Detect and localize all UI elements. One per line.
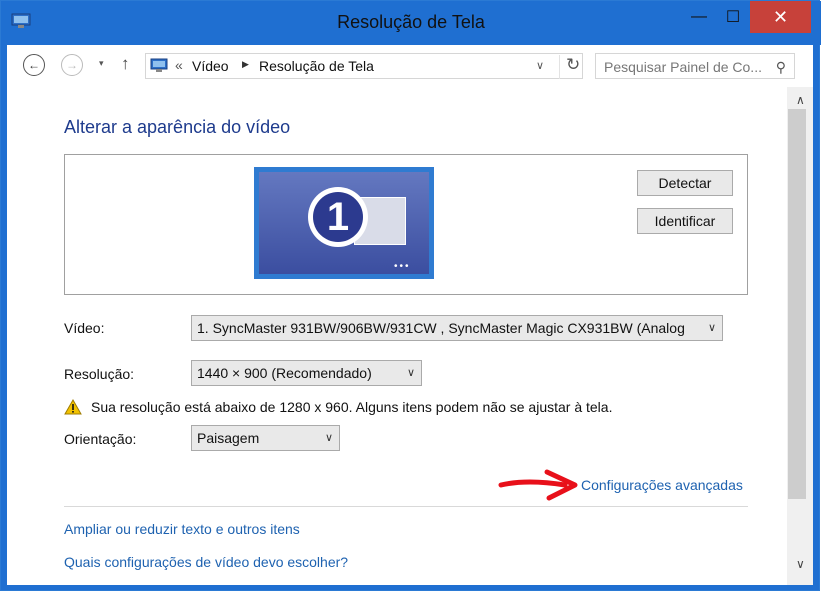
breadcrumb-video[interactable]: Vídeo <box>192 58 229 74</box>
resolution-label: Resolução: <box>64 366 135 382</box>
navigation-toolbar: ← → ▾ ↑ « Vídeo ▶ Resolução de Tela ∨ ↻ … <box>7 45 813 87</box>
monitor-preview: 1 ••• Detectar Identificar <box>64 154 748 295</box>
address-dropdown-icon[interactable]: ∨ <box>536 59 544 72</box>
recent-locations-button[interactable]: ▾ <box>99 58 104 69</box>
divider <box>64 506 748 507</box>
resolution-warning: Sua resolução está abaixo de 1280 x 960.… <box>91 399 613 415</box>
breadcrumb-overflow[interactable]: « <box>175 57 183 73</box>
address-bar[interactable]: « Vídeo ▶ Resolução de Tela ∨ ↻ <box>145 53 583 79</box>
search-input[interactable]: Pesquisar Painel de Co... ⚲ <box>595 53 795 79</box>
red-arrow-annotation <box>498 469 578 501</box>
monitor-number: 1 <box>313 192 363 242</box>
forward-button[interactable]: → <box>61 54 83 76</box>
scrollbar-thumb[interactable] <box>788 109 806 499</box>
back-button[interactable]: ← <box>23 54 45 76</box>
refresh-button[interactable]: ↻ <box>559 55 580 79</box>
vertical-scrollbar[interactable]: ∧ ∨ <box>787 87 813 585</box>
orientation-label: Orientação: <box>64 431 137 447</box>
monitor-1[interactable]: 1 ••• <box>254 167 434 279</box>
close-button[interactable]: ✕ <box>750 1 811 33</box>
video-select[interactable]: 1. SyncMaster 931BW/906BW/931CW , SyncMa… <box>191 315 723 341</box>
video-select-value: 1. SyncMaster 931BW/906BW/931CW , SyncMa… <box>197 320 685 336</box>
orientation-select-value: Paisagem <box>197 430 260 446</box>
title-bar[interactable]: Resolução de Tela — ☐ ✕ <box>1 1 821 45</box>
breadcrumb-resolution[interactable]: Resolução de Tela <box>259 58 374 74</box>
minimize-button[interactable]: — <box>683 1 715 33</box>
search-placeholder: Pesquisar Painel de Co... <box>604 59 762 75</box>
text-size-link[interactable]: Ampliar ou reduzir texto e outros itens <box>64 521 300 537</box>
display-settings-help-link[interactable]: Quais configurações de vídeo devo escolh… <box>64 554 348 570</box>
resolution-select[interactable]: 1440 × 900 (Recomendado) ∨ <box>191 360 422 386</box>
content-panel: Alterar a aparência do vídeo 1 ••• Detec… <box>7 87 787 585</box>
identify-button[interactable]: Identificar <box>637 208 733 234</box>
up-button[interactable]: ↑ <box>121 54 130 74</box>
detect-button[interactable]: Detectar <box>637 170 733 196</box>
resolution-select-value: 1440 × 900 (Recomendado) <box>197 365 372 381</box>
search-icon[interactable]: ⚲ <box>776 59 786 76</box>
chevron-down-icon: ∨ <box>324 432 333 444</box>
warning-icon <box>64 399 82 415</box>
window: Resolução de Tela — ☐ ✕ ← → ▾ ↑ « Vídeo … <box>0 0 821 591</box>
scroll-up-icon[interactable]: ∧ <box>796 93 805 107</box>
chevron-down-icon: ∨ <box>406 367 415 379</box>
chevron-down-icon: ∨ <box>707 322 716 334</box>
video-label: Vídeo: <box>64 320 105 336</box>
scroll-down-icon[interactable]: ∨ <box>796 557 805 571</box>
breadcrumb-arrow-icon[interactable]: ▶ <box>242 59 249 70</box>
monitor-dots: ••• <box>394 261 411 272</box>
advanced-settings-link[interactable]: Configurações avançadas <box>581 477 743 493</box>
maximize-button[interactable]: ☐ <box>717 1 749 33</box>
orientation-select[interactable]: Paisagem ∨ <box>191 425 340 451</box>
display-icon <box>150 58 168 72</box>
monitor-number-badge: 1 <box>308 187 368 247</box>
page-title: Alterar a aparência do vídeo <box>64 117 291 137</box>
